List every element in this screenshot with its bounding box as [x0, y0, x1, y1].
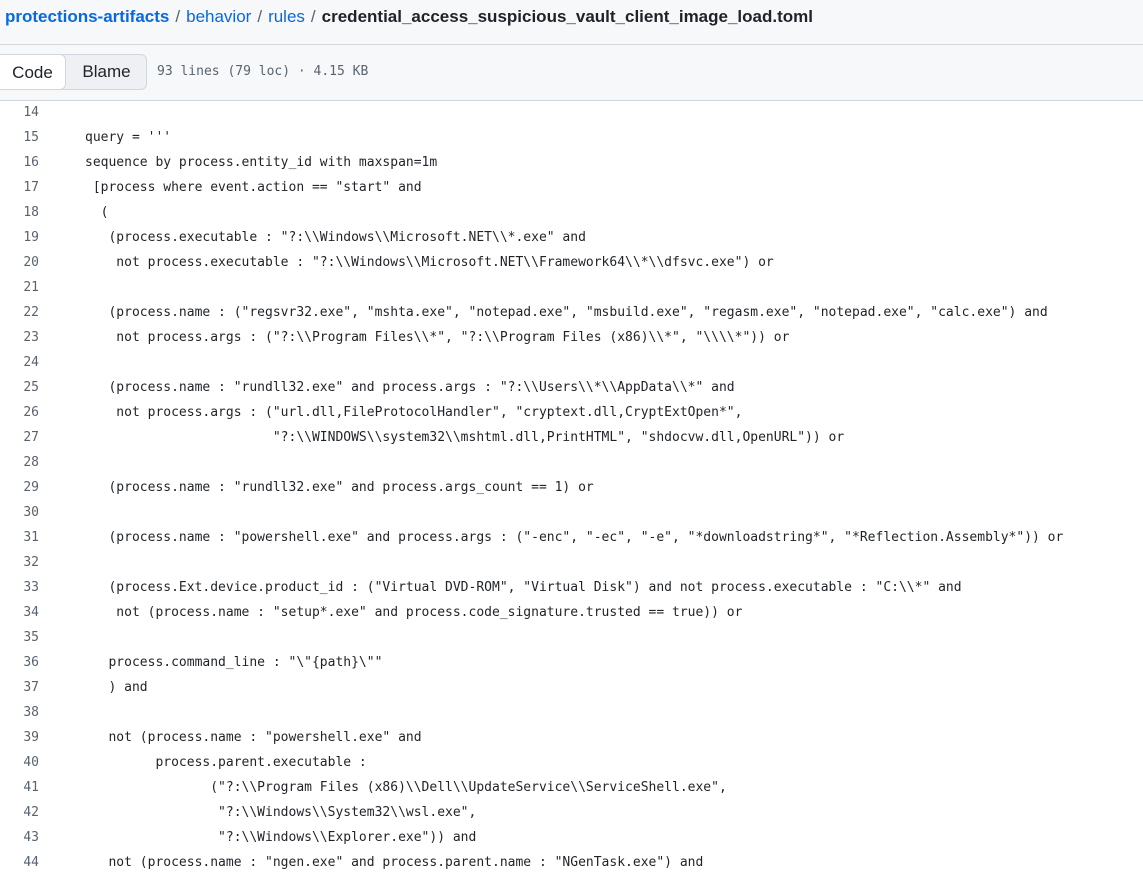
line-number[interactable]: 15: [0, 125, 39, 150]
code-line: 15 query = ''': [0, 125, 1143, 150]
code-line: 17 [process where event.action == "start…: [0, 175, 1143, 200]
code-text: ("?:\\Program Files (x86)\\Dell\\UpdateS…: [85, 780, 727, 795]
line-number[interactable]: 18: [0, 200, 39, 225]
code-line: 34 not (process.name : "setup*.exe" and …: [0, 600, 1143, 625]
line-number[interactable]: 17: [0, 175, 39, 200]
code-text: query = ''': [85, 130, 172, 145]
line-number[interactable]: 26: [0, 400, 39, 425]
code-line: 18 (: [0, 200, 1143, 225]
code-viewer[interactable]: 14 15 query = ''' 16 sequence by process.ent…: [0, 102, 1143, 879]
code-text: [process where event.action == "start" a…: [85, 180, 422, 195]
line-number[interactable]: 29: [0, 475, 39, 500]
code-line: 28: [0, 450, 1143, 475]
code-line: 32: [0, 550, 1143, 575]
code-text: not (process.name : "ngen.exe" and proce…: [85, 855, 704, 870]
line-number[interactable]: 25: [0, 375, 39, 400]
line-number[interactable]: 14: [0, 102, 39, 125]
code-text: "?:\\Windows\\System32\\wsl.exe",: [85, 805, 477, 820]
line-number[interactable]: 27: [0, 425, 39, 450]
code-view-button[interactable]: Code: [0, 54, 66, 90]
code-line: 23 not process.args : ("?:\\Program File…: [0, 325, 1143, 350]
code-line: 27 "?:\\WINDOWS\\system32\\mshtml.dll,Pr…: [0, 425, 1143, 450]
code-text: (process.executable : "?:\\Windows\\Micr…: [85, 230, 586, 245]
line-number[interactable]: 28: [0, 450, 39, 475]
file-toolbar: Code Blame 93 lines (79 loc) · 4.15 KB: [0, 45, 1143, 101]
code-line: 22 (process.name : ("regsvr32.exe", "msh…: [0, 300, 1143, 325]
code-text: ) and: [85, 680, 148, 695]
code-text: process.command_line : "\"{path}\"": [85, 655, 383, 670]
file-info: 93 lines (79 loc) · 4.15 KB: [157, 64, 369, 79]
code-line: 41 ("?:\\Program Files (x86)\\Dell\\Upda…: [0, 775, 1143, 800]
line-number[interactable]: 37: [0, 675, 39, 700]
code-line: 30: [0, 500, 1143, 525]
code-line: 14: [0, 102, 1143, 125]
code-line: 40 process.parent.executable :: [0, 750, 1143, 775]
line-number[interactable]: 34: [0, 600, 39, 625]
code-text: (process.name : "rundll32.exe" and proce…: [85, 380, 735, 395]
code-text: (process.Ext.device.product_id : ("Virtu…: [85, 580, 962, 595]
line-number[interactable]: 41: [0, 775, 39, 800]
line-number[interactable]: 21: [0, 275, 39, 300]
code-text: not (process.name : "powershell.exe" and: [85, 730, 422, 745]
code-line: 21: [0, 275, 1143, 300]
code-text: not process.executable : "?:\\Windows\\M…: [85, 255, 774, 270]
line-number[interactable]: 20: [0, 250, 39, 275]
view-mode-toggle: Code Blame: [0, 54, 147, 90]
code-text: (: [85, 205, 109, 220]
code-line: 31 (process.name : "powershell.exe" and …: [0, 525, 1143, 550]
line-number[interactable]: 16: [0, 150, 39, 175]
code-text: "?:\\Windows\\Explorer.exe")) and: [85, 830, 477, 845]
code-line: 44 not (process.name : "ngen.exe" and pr…: [0, 850, 1143, 875]
code-line: 16 sequence by process.entity_id with max…: [0, 150, 1143, 175]
breadcrumb-separator: /: [175, 7, 181, 26]
line-number[interactable]: 19: [0, 225, 39, 250]
breadcrumb-dir-rules-link[interactable]: rules: [268, 7, 305, 26]
line-number[interactable]: 35: [0, 625, 39, 650]
line-number[interactable]: 24: [0, 350, 39, 375]
code-line: 26 not process.args : ("url.dll,FileProt…: [0, 400, 1143, 425]
code-line: 43 "?:\\Windows\\Explorer.exe")) and: [0, 825, 1143, 850]
line-number[interactable]: 33: [0, 575, 39, 600]
line-number[interactable]: 42: [0, 800, 39, 825]
code-text: not process.args : ("url.dll,FileProtoco…: [85, 405, 743, 420]
line-number[interactable]: 40: [0, 750, 39, 775]
code-text: (process.name : ("regsvr32.exe", "mshta.…: [85, 305, 1048, 320]
line-number[interactable]: 39: [0, 725, 39, 750]
breadcrumb-separator: /: [257, 7, 263, 26]
blame-view-button[interactable]: Blame: [66, 54, 147, 90]
code-line: 24: [0, 350, 1143, 375]
code-line: 37 ) and: [0, 675, 1143, 700]
line-number[interactable]: 44: [0, 850, 39, 875]
code-line: 25 (process.name : "rundll32.exe" and pr…: [0, 375, 1143, 400]
code-line: 36 process.command_line : "\"{path}\"": [0, 650, 1143, 675]
breadcrumb-repo-link[interactable]: protections-artifacts: [5, 7, 169, 26]
code-line: 19 (process.executable : "?:\\Windows\\M…: [0, 225, 1143, 250]
code-text: not (process.name : "setup*.exe" and pro…: [85, 605, 743, 620]
code-line: 20 not process.executable : "?:\\Windows…: [0, 250, 1143, 275]
line-number[interactable]: 23: [0, 325, 39, 350]
breadcrumb-dir-behavior-link[interactable]: behavior: [186, 7, 251, 26]
code-line: 39 not (process.name : "powershell.exe" …: [0, 725, 1143, 750]
code-text: process.parent.executable :: [85, 755, 367, 770]
line-number[interactable]: 22: [0, 300, 39, 325]
code-text: sequence by process.entity_id with maxsp…: [85, 155, 438, 170]
line-number[interactable]: 36: [0, 650, 39, 675]
line-number[interactable]: 32: [0, 550, 39, 575]
line-number[interactable]: 38: [0, 700, 39, 725]
code-text: (process.name : "rundll32.exe" and proce…: [85, 480, 594, 495]
breadcrumb-separator: /: [310, 7, 316, 26]
breadcrumb-file-name: credential_access_suspicious_vault_clien…: [321, 7, 813, 26]
code-line: 42 "?:\\Windows\\System32\\wsl.exe",: [0, 800, 1143, 825]
code-text: "?:\\WINDOWS\\system32\\mshtml.dll,Print…: [85, 430, 845, 445]
line-number[interactable]: 31: [0, 525, 39, 550]
breadcrumb: protections-artifacts / behavior / rules / cre…: [0, 0, 1143, 45]
line-number[interactable]: 43: [0, 825, 39, 850]
code-text: not process.args : ("?:\\Program Files\\…: [85, 330, 790, 345]
code-line: 35: [0, 625, 1143, 650]
line-number[interactable]: 30: [0, 500, 39, 525]
code-line: 29 (process.name : "rundll32.exe" and pr…: [0, 475, 1143, 500]
code-line: 38: [0, 700, 1143, 725]
code-text: (process.name : "powershell.exe" and pro…: [85, 530, 1064, 545]
code-line: 33 (process.Ext.device.product_id : ("Vi…: [0, 575, 1143, 600]
